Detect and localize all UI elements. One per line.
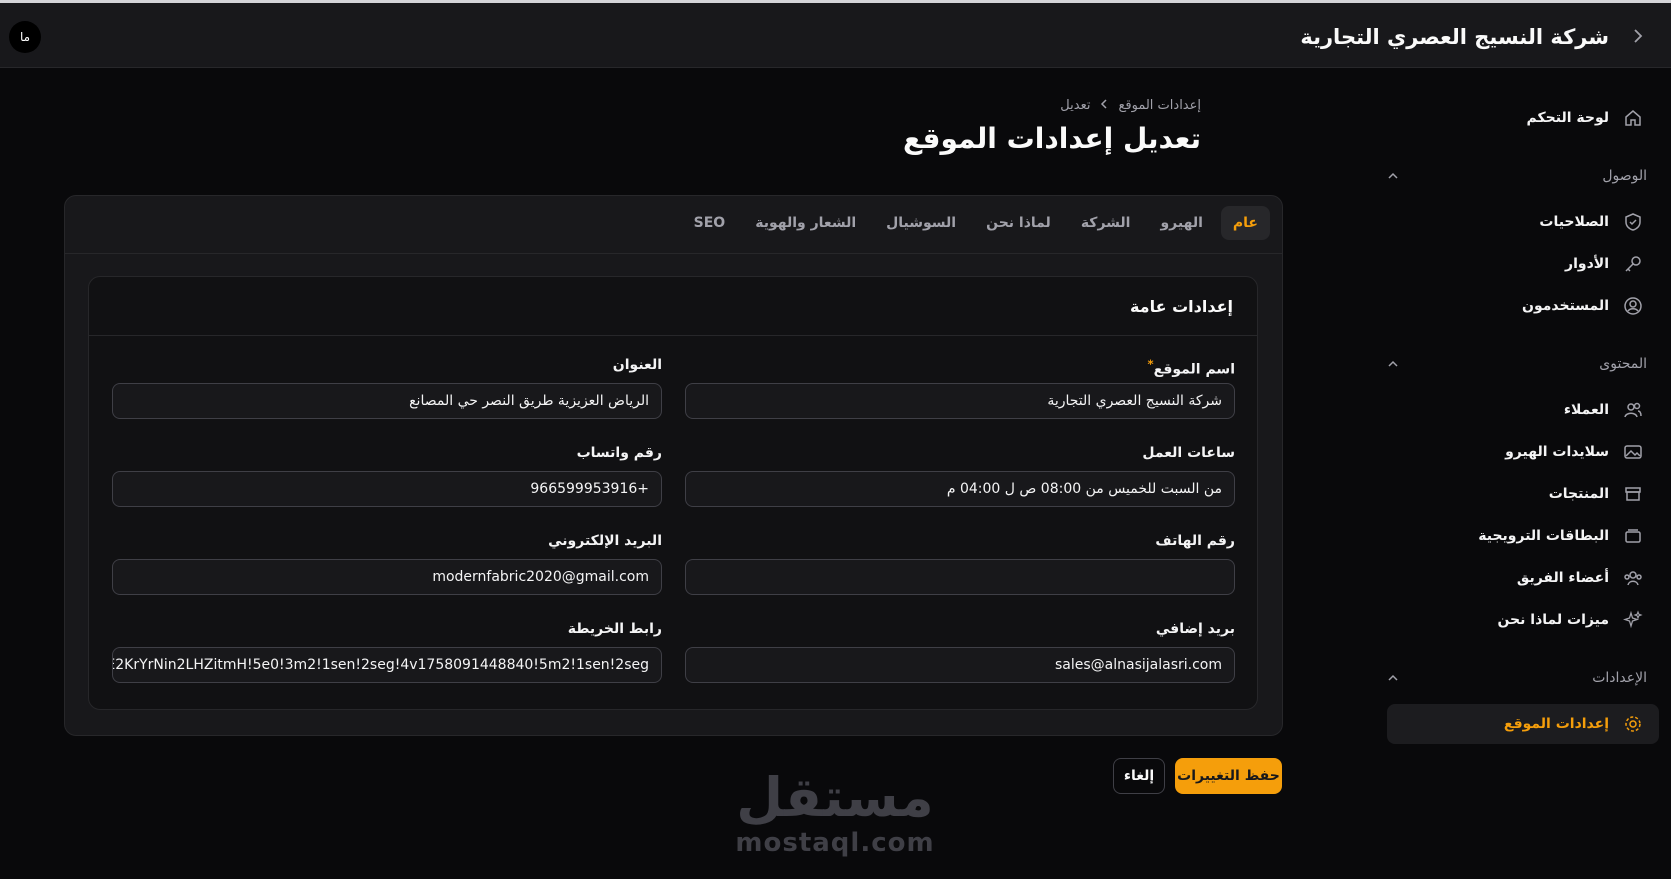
phone-input[interactable] <box>685 559 1235 595</box>
sidebar-item-label: الأدوار <box>1565 256 1609 272</box>
users-icon <box>1623 400 1643 420</box>
map-link-field: رابط الخريطة o9mE2KrYrNin2LHZitmH!5e0!3m… <box>112 621 662 683</box>
user-circle-icon <box>1623 296 1643 316</box>
sidebar-item-label: المنتجات <box>1548 486 1609 502</box>
shield-check-icon <box>1623 212 1643 232</box>
watermark-logo: مستقل mostaql.com <box>730 766 940 859</box>
chevron-left-icon <box>1100 98 1108 114</box>
sidebar-group-access[interactable]: الوصول <box>1387 166 1647 186</box>
breadcrumb: إعدادات الموقع تعديل <box>1060 98 1201 114</box>
settings-card: عام الهيرو الشركة لماذا نحن السوشيال الش… <box>64 195 1283 736</box>
tab-company[interactable]: الشركة <box>1069 206 1143 240</box>
sidebar-item-label: الصلاحيات <box>1539 214 1609 230</box>
tab-social[interactable]: السوشيال <box>874 206 968 240</box>
sidebar-group-content[interactable]: المحتوى <box>1387 354 1647 374</box>
archive-box-icon <box>1623 484 1643 504</box>
chevron-up-icon <box>1387 169 1399 183</box>
breadcrumb-current: تعديل <box>1060 98 1091 113</box>
group-label: المحتوى <box>1599 356 1647 372</box>
tab-why-us[interactable]: لماذا نحن <box>974 206 1063 240</box>
address-field: العنوان الرياض العزيزية طريق النصر حي ال… <box>112 357 662 419</box>
email-field: البريد الإلكتروني modernfabric2020@gmail… <box>112 533 662 595</box>
chevron-up-icon <box>1387 671 1399 685</box>
whatsapp-field: رقم واتساب +966599953916 <box>112 445 662 507</box>
tab-logo-identity[interactable]: الشعار والهوية <box>743 206 868 240</box>
user-avatar[interactable]: ما <box>9 21 41 53</box>
tab-general[interactable]: عام <box>1220 206 1270 240</box>
sparkles-icon <box>1623 610 1643 630</box>
sidebar-item-permissions[interactable]: الصلاحيات <box>1387 202 1659 242</box>
sidebar-item-label: أعضاء الفريق <box>1516 570 1609 586</box>
tab-seo[interactable]: SEO <box>682 206 738 240</box>
map-link-input[interactable]: o9mE2KrYrNin2LHZitmH!5e0!3m2!1sen!2seg!4… <box>112 647 662 683</box>
sidebar-group-settings[interactable]: الإعدادات <box>1387 668 1647 688</box>
breadcrumb-parent[interactable]: إعدادات الموقع <box>1118 98 1201 114</box>
extra-email-field: بريد إضافي sales@alnasijalasri.com <box>685 621 1235 683</box>
cards-icon <box>1623 526 1643 546</box>
email-label: البريد الإلكتروني <box>548 533 662 549</box>
phone-label: رقم الهاتف <box>1155 533 1235 549</box>
work-hours-field: ساعات العمل من السبت للخميس من 08:00 ص ل… <box>685 445 1235 507</box>
user-group-icon <box>1623 568 1643 588</box>
sidebar-item-clients[interactable]: العملاء <box>1387 390 1659 430</box>
watermark-arabic: مستقل <box>736 766 934 829</box>
sidebar-item-label: إعدادات الموقع <box>1503 716 1609 732</box>
sidebar-item-dashboard[interactable]: لوحة التحكم <box>1387 98 1659 138</box>
sidebar-item-promo-cards[interactable]: البطاقات الترويجية <box>1387 516 1659 556</box>
extra-email-label: بريد إضافي <box>1155 621 1235 637</box>
work-hours-input[interactable]: من السبت للخميس من 08:00 ص ل 04:00 م <box>685 471 1235 507</box>
top-bar: ما شركة النسيج العصري التجارية <box>0 3 1671 68</box>
sidebar-item-hero-slides[interactable]: سلايدات الهيرو <box>1387 432 1659 472</box>
tabs-divider <box>65 253 1282 254</box>
whatsapp-input[interactable]: +966599953916 <box>112 471 662 507</box>
site-name-field: اسم الموقع* شركة النسيج العصري التجارية <box>685 357 1235 419</box>
chevron-right-icon[interactable] <box>1631 27 1645 50</box>
section-title: إعدادات عامة <box>1129 297 1233 316</box>
cancel-button[interactable]: إلغاء <box>1113 758 1165 794</box>
sidebar-item-team-members[interactable]: أعضاء الفريق <box>1387 558 1659 598</box>
group-label: الوصول <box>1602 168 1647 184</box>
sidebar-item-roles[interactable]: الأدوار <box>1387 244 1659 284</box>
phone-field: رقم الهاتف <box>685 533 1235 595</box>
watermark-latin: mostaql.com <box>735 828 935 858</box>
email-input[interactable]: modernfabric2020@gmail.com <box>112 559 662 595</box>
image-icon <box>1623 442 1643 462</box>
gear-icon <box>1623 714 1643 734</box>
tab-bar: عام الهيرو الشركة لماذا نحن السوشيال الش… <box>682 206 1270 240</box>
whatsapp-label: رقم واتساب <box>576 445 662 461</box>
section-divider <box>89 335 1257 336</box>
tab-hero[interactable]: الهيرو <box>1148 206 1214 240</box>
key-icon <box>1623 254 1643 274</box>
sidebar-item-label: البطاقات الترويجية <box>1478 528 1609 544</box>
brand-title: شركة النسيج العصري التجارية <box>1300 25 1609 49</box>
group-label: الإعدادات <box>1592 670 1647 686</box>
map-link-label: رابط الخريطة <box>567 621 662 637</box>
sidebar-item-users[interactable]: المستخدمون <box>1387 286 1659 326</box>
save-button[interactable]: حفظ التغييرات <box>1175 758 1282 794</box>
sidebar-item-label: لوحة التحكم <box>1526 110 1609 126</box>
sidebar-item-label: المستخدمون <box>1522 298 1609 314</box>
sidebar-item-label: العملاء <box>1563 402 1609 418</box>
sidebar-item-why-us[interactable]: ميزات لماذا نحن <box>1387 600 1659 640</box>
extra-email-input[interactable]: sales@alnasijalasri.com <box>685 647 1235 683</box>
sidebar-item-label: سلايدات الهيرو <box>1505 444 1609 460</box>
site-name-label: اسم الموقع* <box>1147 357 1235 378</box>
site-name-input[interactable]: شركة النسيج العصري التجارية <box>685 383 1235 419</box>
sidebar: لوحة التحكم الوصول الصلاحيات الأدوار الم… <box>1271 68 1671 879</box>
sidebar-item-label: ميزات لماذا نحن <box>1497 612 1609 628</box>
sidebar-item-products[interactable]: المنتجات <box>1387 474 1659 514</box>
address-label: العنوان <box>612 357 662 373</box>
work-hours-label: ساعات العمل <box>1142 445 1235 461</box>
sidebar-item-site-settings[interactable]: إعدادات الموقع <box>1387 704 1659 744</box>
home-icon <box>1623 108 1643 128</box>
address-input[interactable]: الرياض العزيزية طريق النصر حي المصانع <box>112 383 662 419</box>
chevron-up-icon <box>1387 357 1399 371</box>
general-settings-section: إعدادات عامة اسم الموقع* شركة النسيج الع… <box>88 276 1258 710</box>
page-title: تعديل إعدادات الموقع <box>903 122 1201 155</box>
